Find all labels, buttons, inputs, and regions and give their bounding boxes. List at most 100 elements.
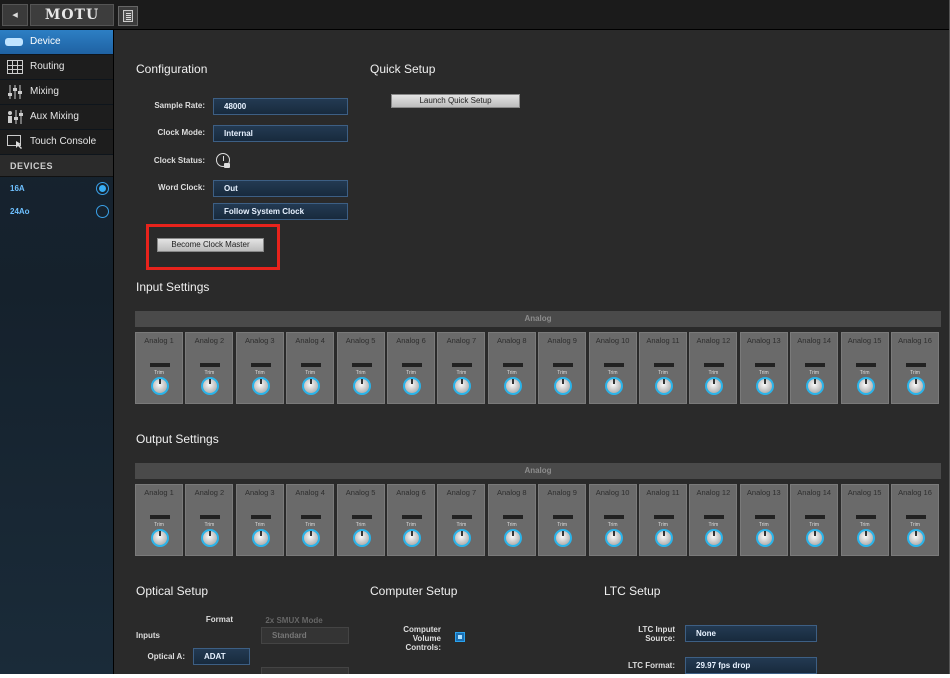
channel-strip: Analog 10 Trim xyxy=(588,484,637,556)
channel-strip: Analog 7 Trim xyxy=(437,332,486,404)
level-meter xyxy=(502,515,523,519)
device-select-radio[interactable] xyxy=(96,182,109,195)
level-meter xyxy=(855,363,876,367)
word-clock-select[interactable]: Out xyxy=(213,180,348,197)
ltc-format-select[interactable]: 29.97 fps drop xyxy=(685,657,817,674)
sidebar-item-touch-console[interactable]: Touch Console xyxy=(0,130,113,155)
sidebar-item-label: Routing xyxy=(30,61,65,72)
device-item-24ao[interactable]: 24Ao xyxy=(0,200,113,223)
channel-name: Analog 1 xyxy=(144,336,174,345)
smux-mode-select[interactable]: Standard xyxy=(261,627,349,644)
trim-knob[interactable] xyxy=(907,529,925,547)
channel-strip: Analog 6 Trim xyxy=(387,332,435,404)
channel-name: Analog 5 xyxy=(345,336,376,345)
trim-knob[interactable] xyxy=(856,529,875,547)
word-clock-mode-select[interactable]: Follow System Clock xyxy=(213,203,348,220)
sidebar-item-routing[interactable]: Routing xyxy=(0,55,113,80)
trim-knob[interactable] xyxy=(604,377,623,395)
launch-quick-setup-button[interactable]: Launch Quick Setup xyxy=(391,94,520,108)
trim-label: Trim xyxy=(859,522,870,528)
trim-label: Trim xyxy=(658,370,668,376)
optical-setup-title: Optical Setup xyxy=(136,584,209,598)
device-select-radio[interactable] xyxy=(96,205,109,218)
channel-strip: Analog 4 Trim xyxy=(286,484,335,556)
level-meter xyxy=(704,363,725,367)
trim-knob[interactable] xyxy=(151,377,169,395)
trim-knob[interactable] xyxy=(352,377,371,395)
level-meter xyxy=(603,363,624,367)
trim-knob[interactable] xyxy=(907,377,925,395)
level-meter xyxy=(906,515,926,519)
trim-knob[interactable] xyxy=(806,529,825,547)
sample-rate-label: Sample Rate: xyxy=(154,101,205,110)
level-meter xyxy=(553,363,574,367)
level-meter xyxy=(654,363,674,367)
highlight-annotation-box xyxy=(146,224,280,270)
trim-knob[interactable] xyxy=(856,377,875,395)
channel-name: Analog 9 xyxy=(547,488,577,497)
trim-knob[interactable] xyxy=(554,529,573,547)
sidebar-item-aux-mixing[interactable]: Aux Mixing xyxy=(0,105,113,130)
channel-strip: Analog 5 Trim xyxy=(336,484,385,556)
channel-name: Analog 5 xyxy=(345,488,376,497)
trim-label: Trim xyxy=(758,522,769,528)
trim-label: Trim xyxy=(254,522,265,528)
sidebar-item-device[interactable]: Device xyxy=(0,30,113,55)
trim-label: Trim xyxy=(557,370,568,376)
level-meter xyxy=(906,363,926,367)
trim-knob[interactable] xyxy=(403,529,421,547)
trim-label: Trim xyxy=(607,370,618,376)
trim-knob[interactable] xyxy=(755,377,774,395)
level-meter xyxy=(855,515,876,519)
sidebar-item-mixing[interactable]: Mixing xyxy=(0,80,113,105)
ltc-setup-title: LTC Setup xyxy=(604,584,661,598)
level-meter xyxy=(150,363,170,367)
trim-knob[interactable] xyxy=(352,529,371,547)
trim-label: Trim xyxy=(406,370,416,376)
computer-volume-checkbox[interactable] xyxy=(455,632,465,642)
trim-knob[interactable] xyxy=(503,377,522,395)
trim-label: Trim xyxy=(305,522,316,528)
channel-strip: Analog 10 Trim xyxy=(588,332,637,404)
trim-knob[interactable] xyxy=(302,529,321,547)
trim-knob[interactable] xyxy=(151,529,169,547)
trim-knob[interactable] xyxy=(705,377,724,395)
trim-knob[interactable] xyxy=(655,529,673,547)
trim-knob[interactable] xyxy=(806,377,825,395)
optical-a-format-select[interactable]: ADAT xyxy=(193,648,250,665)
sample-rate-select[interactable]: 48000 xyxy=(213,98,348,115)
trim-label: Trim xyxy=(809,370,820,376)
trim-knob[interactable] xyxy=(403,377,421,395)
channel-name: Analog 10 xyxy=(595,336,630,345)
ltc-input-source-select[interactable]: None xyxy=(685,625,817,642)
trim-knob[interactable] xyxy=(554,377,573,395)
clock-mode-select[interactable]: Internal xyxy=(213,125,348,142)
optical-inputs-label: Inputs xyxy=(136,631,160,640)
trim-knob[interactable] xyxy=(453,377,472,395)
computer-volume-label: Computer Volume Controls: xyxy=(403,625,441,652)
trim-knob[interactable] xyxy=(201,529,220,547)
trim-knob[interactable] xyxy=(705,529,724,547)
smux-mode-select-b[interactable] xyxy=(261,667,349,674)
trim-knob[interactable] xyxy=(302,377,321,395)
trim-knob[interactable] xyxy=(251,377,270,395)
channel-name: Analog 16 xyxy=(898,488,932,497)
channel-name: Analog 6 xyxy=(396,336,426,345)
channel-name: Analog 12 xyxy=(696,336,731,345)
trim-knob[interactable] xyxy=(453,529,472,547)
trim-knob[interactable] xyxy=(251,529,270,547)
clock-status-label: Clock Status: xyxy=(153,156,205,165)
back-button[interactable]: ◂ xyxy=(2,4,28,26)
device-item-16a[interactable]: 16A xyxy=(0,177,113,200)
trim-knob[interactable] xyxy=(604,529,623,547)
channel-strip: Analog 13 Trim xyxy=(739,332,788,404)
trim-knob[interactable] xyxy=(201,377,220,395)
channel-name: Analog 3 xyxy=(244,336,275,345)
view-toggle-button[interactable] xyxy=(118,6,138,26)
channel-name: Analog 11 xyxy=(646,488,680,497)
channel-name: Analog 2 xyxy=(194,488,225,497)
trim-knob[interactable] xyxy=(503,529,522,547)
level-meter xyxy=(603,515,624,519)
trim-knob[interactable] xyxy=(755,529,774,547)
trim-knob[interactable] xyxy=(655,377,673,395)
